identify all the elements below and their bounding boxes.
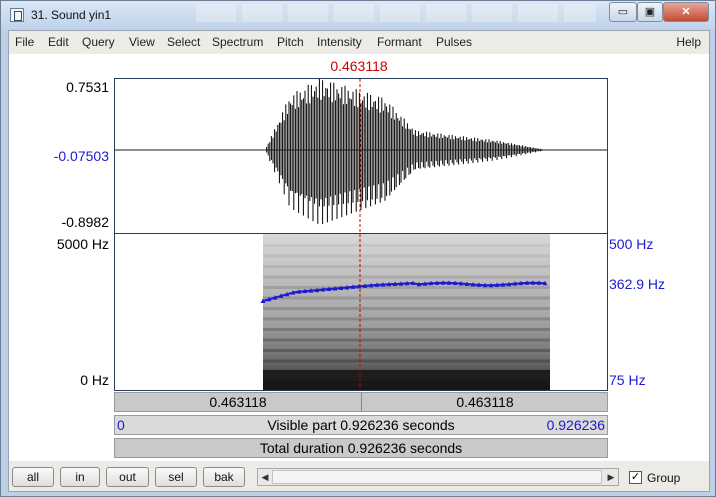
background-window-ghost — [196, 4, 596, 22]
group-checkbox[interactable]: ✓ — [629, 471, 642, 484]
spectrogram-freq-min: 0 Hz — [80, 372, 109, 388]
cursor-time-label: 0.463118 — [330, 58, 388, 74]
waveform-signal — [266, 78, 548, 225]
close-icon[interactable]: ✕ — [663, 2, 709, 22]
spectrogram-plot — [260, 234, 550, 390]
waveform-panel[interactable] — [114, 78, 608, 234]
menu-select[interactable]: Select — [167, 35, 200, 49]
waveform-y-min: -0.8982 — [61, 214, 109, 230]
menu-query[interactable]: Query — [82, 35, 115, 49]
menu-formant[interactable]: Formant — [377, 35, 422, 49]
total-duration-bar[interactable]: Total duration 0.926236 seconds — [114, 438, 608, 458]
waveform-y-mid: -0.07503 — [53, 148, 109, 164]
drawing-area[interactable]: 0.463118 0.7531 -0.07503 -0.8982 5000 Hz… — [9, 54, 709, 461]
bottom-toolbar: all in out sel bak ◀ ▶ ✓ Group — [9, 463, 709, 491]
total-duration-text: Total duration 0.926236 seconds — [259, 440, 463, 456]
menu-spectrum[interactable]: Spectrum — [212, 35, 263, 49]
visible-part-text: Visible part 0.926236 seconds — [267, 417, 455, 433]
zoom-back-button[interactable]: bak — [203, 467, 245, 487]
editor-client: File Edit Query View Select Spectrum Pit… — [8, 30, 710, 492]
minimize-icon[interactable]: ▭ — [609, 2, 637, 22]
zoom-in-button[interactable]: in — [60, 467, 100, 487]
pitch-axis-min: 75 Hz — [609, 372, 646, 388]
waveform-y-max: 0.7531 — [66, 79, 109, 95]
zoom-selection-button[interactable]: sel — [155, 467, 197, 487]
pitch-value-label: 362.9 Hz — [609, 276, 666, 292]
waveform-plot — [115, 78, 607, 233]
app-icon — [10, 8, 24, 22]
visible-end-time: 0.926236 — [546, 417, 605, 433]
sound-editor-window: 31. Sound yin1 ▭ ▣ ✕ File Edit Query Vie… — [0, 0, 716, 497]
scroll-right-icon[interactable]: ▶ — [604, 469, 618, 485]
zoom-all-button[interactable]: all — [12, 467, 54, 487]
visible-part-bar[interactable]: 0 Visible part 0.926236 seconds 0.926236 — [114, 415, 608, 435]
menu-view[interactable]: View — [129, 35, 155, 49]
spectrogram-panel[interactable] — [114, 234, 608, 391]
menu-pulses[interactable]: Pulses — [436, 35, 472, 49]
title-bar[interactable]: 31. Sound yin1 ▭ ▣ ✕ — [1, 1, 715, 29]
time-scrollbar[interactable]: ◀ ▶ — [257, 468, 619, 486]
menu-file[interactable]: File — [15, 35, 34, 49]
maximize-icon[interactable]: ▣ — [637, 2, 663, 22]
scroll-thumb[interactable] — [272, 470, 602, 484]
window-title: 31. Sound yin1 — [31, 8, 112, 22]
menu-edit[interactable]: Edit — [48, 35, 69, 49]
menu-help[interactable]: Help — [676, 35, 701, 49]
menu-pitch[interactable]: Pitch — [277, 35, 304, 49]
right-cursor-time: 0.463118 — [456, 394, 514, 410]
scroll-left-icon[interactable]: ◀ — [258, 469, 272, 485]
cursor-time-bar[interactable]: 0.463118 0.463118 — [114, 392, 608, 412]
zoom-out-button[interactable]: out — [106, 467, 149, 487]
left-cursor-time: 0.463118 — [209, 394, 267, 410]
spectrogram-freq-max: 5000 Hz — [56, 236, 109, 252]
menu-intensity[interactable]: Intensity — [317, 35, 362, 49]
menu-bar: File Edit Query View Select Spectrum Pit… — [9, 31, 709, 53]
group-label: Group — [647, 471, 681, 485]
pitch-axis-max: 500 Hz — [609, 236, 654, 252]
